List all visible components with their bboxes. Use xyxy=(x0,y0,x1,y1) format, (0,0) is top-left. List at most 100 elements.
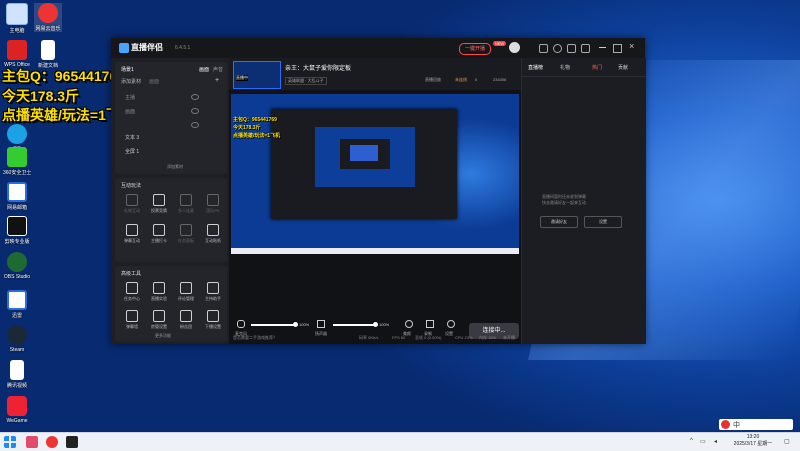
microphone-icon[interactable] xyxy=(237,320,245,328)
start-live-button[interactable]: 一键开播 xyxy=(459,43,492,55)
task-icon xyxy=(180,224,192,236)
tab-picture[interactable]: 画面 xyxy=(199,66,209,73)
desktop-icon-music[interactable]: 网易云音乐 xyxy=(34,3,62,32)
preview-overlay-line: 点播英雄/玩法=1飞机 xyxy=(233,133,281,139)
scene-panel: 场景1 画面 声音 添加素材 画面 + 主播 画面 文本 3 全屏 1 添加素材 xyxy=(115,62,227,174)
mic-volume-knob[interactable] xyxy=(293,322,298,327)
start-menu-icon[interactable] xyxy=(4,436,16,448)
stream-category[interactable]: 英雄联盟 · 大乱斗子 xyxy=(285,77,327,85)
tab-gifts[interactable]: 礼物 xyxy=(560,64,570,71)
tool-gift-interaction[interactable]: 礼物互动 xyxy=(119,194,145,214)
vote-icon xyxy=(153,194,165,206)
stream-preview[interactable]: 主包Q：965441769 今天178.3斤 点播英雄/玩法=1飞机 xyxy=(231,94,519,254)
overlay-qq-line: 主包Q：965441769 xyxy=(2,68,125,84)
notification-icon[interactable]: ▢ xyxy=(784,438,790,445)
tab-sound[interactable]: 声音 xyxy=(213,66,223,73)
headset-icon[interactable] xyxy=(553,44,562,53)
source-item[interactable]: 主播 xyxy=(125,94,135,101)
tool-danmaku-wall[interactable]: 弹幕墙 xyxy=(119,310,145,330)
maximize-icon[interactable] xyxy=(613,44,622,53)
taskbar-clock[interactable]: 13:20 2025/3/17 星期一 xyxy=(733,434,773,448)
tool-multi-mic[interactable]: 多人连麦 xyxy=(173,194,199,214)
beauty-icon[interactable] xyxy=(405,320,413,328)
preview-overlay-line: 主包Q：965441769 xyxy=(233,117,277,123)
ime-toolbar[interactable]: 中 xyxy=(719,419,793,430)
viewer-count: 234306 xyxy=(493,77,507,82)
source-item[interactable]: 画面 xyxy=(125,108,135,115)
record-icon[interactable] xyxy=(426,320,434,328)
tool-lab[interactable]: 直播实验 xyxy=(146,282,172,302)
add-source-button[interactable]: 添加素材 xyxy=(167,164,183,170)
minimize-icon[interactable] xyxy=(599,47,606,48)
task-center-icon xyxy=(126,282,138,294)
tool-sticker[interactable]: 互动贴纸 xyxy=(200,224,226,244)
desktop-icon-obs[interactable]: OBS Studio xyxy=(3,252,31,280)
message-icon[interactable] xyxy=(539,44,548,53)
desktop-icon-wps[interactable]: WPS Office xyxy=(3,40,31,68)
tray-chevron-icon[interactable]: ^ xyxy=(690,438,693,444)
tool-task-panel[interactable]: 任务面板 xyxy=(173,224,199,244)
desktop-icon-360[interactable]: 360安全卫士 xyxy=(3,147,31,176)
taskbar-music-icon[interactable] xyxy=(46,436,58,448)
tray-network-icon[interactable]: ▭ xyxy=(700,438,706,445)
scene-selector[interactable]: 场景1 xyxy=(121,66,134,73)
mic-volume-slider[interactable] xyxy=(251,324,297,326)
tool-comments[interactable]: 评论管理 xyxy=(173,282,199,302)
status-cpu: CPU 23% xyxy=(455,335,473,340)
app-logo-icon xyxy=(119,42,129,53)
source-item[interactable]: 全屏 1 xyxy=(125,148,139,155)
add-icon[interactable]: + xyxy=(215,77,219,84)
speaker-icon[interactable] xyxy=(317,320,325,328)
tool-room-admin[interactable]: 房管设置 xyxy=(146,310,172,330)
tool-host-assist[interactable]: 主持助手 xyxy=(200,282,226,302)
gear-icon[interactable] xyxy=(447,320,455,328)
tool-end-settings[interactable]: 下播设置 xyxy=(200,310,226,330)
invite-friends-button[interactable]: 邀请好友 xyxy=(540,216,578,228)
speaker-volume-knob[interactable] xyxy=(373,322,378,327)
pk-icon xyxy=(207,194,219,206)
close-icon[interactable]: × xyxy=(629,41,634,51)
status-memory: 内存 16% xyxy=(479,335,497,340)
desktop-icon-document[interactable]: 新建文档 xyxy=(34,40,62,69)
tool-team-pk[interactable]: 团队PK xyxy=(200,194,226,214)
desktop-icon-mail[interactable]: 网易邮箱 xyxy=(3,182,31,211)
avatar[interactable] xyxy=(509,42,520,53)
stream-cover[interactable]: 直播中 xyxy=(233,61,281,89)
speaker-volume-slider[interactable] xyxy=(333,324,377,326)
desktop-icon-capcut[interactable]: 剪映专业版 xyxy=(3,216,31,245)
settings-icon[interactable] xyxy=(567,44,576,53)
eye-icon[interactable] xyxy=(191,122,199,128)
taskbar-live-companion-icon[interactable] xyxy=(66,436,78,448)
tool-danmaku[interactable]: 弹幕互动 xyxy=(119,224,145,244)
tool-checkin[interactable]: 主播打卡 xyxy=(146,224,172,244)
advanced-title: 高级工具 xyxy=(121,271,142,277)
danmaku-icon xyxy=(126,224,138,236)
eye-icon[interactable] xyxy=(191,94,199,100)
tool-vote[interactable]: 投票竞猜 xyxy=(146,194,172,214)
speaker-volume-value: 100% xyxy=(379,322,390,327)
tab-ranking[interactable]: 直播榜 xyxy=(528,64,543,71)
desktop-icon-wegame[interactable]: WeGame xyxy=(3,396,31,424)
source-item[interactable]: 文本 3 xyxy=(125,134,139,141)
eye-icon[interactable] xyxy=(191,108,199,114)
desktop-icon-computer[interactable]: 主电脑 xyxy=(3,3,31,34)
menu-icon[interactable] xyxy=(581,44,590,53)
desktop-icon-steam[interactable]: Steam xyxy=(3,325,31,353)
replay-button[interactable]: 直播回放 xyxy=(425,77,441,83)
tab-hot[interactable]: 热门 xyxy=(592,64,602,71)
qq-icon xyxy=(7,124,27,144)
tool-task-center[interactable]: 任务中心 xyxy=(119,282,145,302)
app-logo: 直播伴侣 xyxy=(119,42,163,53)
stream-title[interactable]: 亲王：大鼠子爱你限定板 xyxy=(285,63,351,72)
tray-volume-icon[interactable]: ◂ xyxy=(714,438,717,445)
more-features-link[interactable]: 更多功能 xyxy=(155,333,171,339)
document-icon xyxy=(41,40,55,60)
right-settings-button[interactable]: 设置 xyxy=(584,216,622,228)
tab-contribution[interactable]: 贡献 xyxy=(618,64,628,71)
desktop-icon-thunder[interactable]: 迅雷 xyxy=(3,290,31,319)
taskbar-app-icon[interactable] xyxy=(26,436,38,448)
hint-text[interactable]: 是否需要二手游戏推荐？ xyxy=(233,335,277,341)
capcut-icon xyxy=(7,216,27,236)
tool-fan-club[interactable]: 粉丝团 xyxy=(173,310,199,330)
desktop-icon-video[interactable]: 腾讯视频 xyxy=(3,360,31,389)
